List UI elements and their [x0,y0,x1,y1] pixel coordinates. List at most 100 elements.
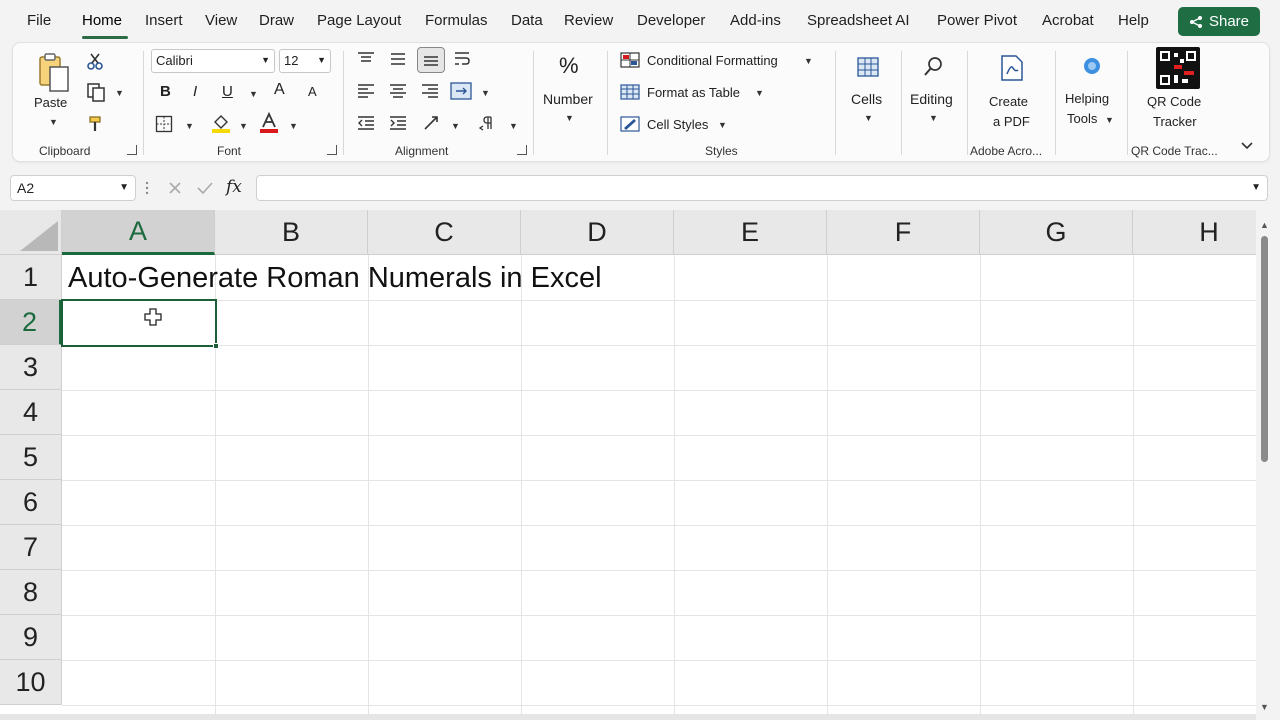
align-top-icon[interactable] [355,49,377,69]
font-name-select[interactable]: Calibri ▼ [151,49,275,73]
text-direction-icon[interactable] [477,113,499,133]
column-header-f[interactable]: F [827,210,980,255]
name-box[interactable]: A2 ▼ [10,175,136,201]
menu-draw[interactable]: Draw [259,12,294,29]
format-as-table-icon[interactable] [619,83,641,101]
cut-icon[interactable] [85,51,105,71]
align-center-icon[interactable] [387,81,409,101]
qr-code-icon[interactable] [1156,47,1200,89]
row-header-10[interactable]: 10 [0,660,62,705]
font-color-dropdown-icon[interactable]: ▼ [289,121,298,131]
helping-tools-line2[interactable]: Tools [1067,111,1097,126]
percent-icon[interactable]: % [559,53,579,79]
menu-data[interactable]: Data [511,12,543,29]
helping-tools-icon[interactable] [1081,55,1103,77]
cell-styles-button[interactable]: Cell Styles [647,117,708,132]
borders-dropdown-icon[interactable]: ▼ [185,121,194,131]
clipboard-launcher-icon[interactable] [127,145,137,155]
cells-icon[interactable] [855,55,881,79]
merge-dropdown-icon[interactable]: ▼ [481,88,490,98]
column-header-h[interactable]: H [1133,210,1256,255]
font-launcher-icon[interactable] [327,145,337,155]
create-pdf-line1[interactable]: Create [989,94,1028,109]
scroll-down-icon[interactable]: ▼ [1260,702,1269,712]
increase-indent-icon[interactable] [387,113,409,133]
row-header-2[interactable]: 2 [0,300,62,345]
menu-acrobat[interactable]: Acrobat [1042,12,1094,29]
conditional-formatting-icon[interactable] [619,51,641,69]
row-header-3[interactable]: 3 [0,345,62,390]
paste-icon[interactable] [33,51,75,95]
scroll-up-icon[interactable]: ▲ [1260,220,1269,230]
number-dropdown-icon[interactable]: ▼ [565,113,574,123]
font-color-icon[interactable] [257,111,281,135]
bold-button[interactable]: B [160,83,171,100]
menu-formulas[interactable]: Formulas [425,12,488,29]
vertical-scrollbar[interactable]: ▲ ▼ [1256,210,1280,720]
align-left-icon[interactable] [355,81,377,101]
menu-developer[interactable]: Developer [637,12,705,29]
cell-a1[interactable]: Auto-Generate Roman Numerals in Excel [68,262,602,295]
menu-add-ins[interactable]: Add-ins [730,12,781,29]
align-middle-icon[interactable] [387,49,409,69]
align-bottom-icon[interactable] [417,47,445,73]
format-as-table-dropdown-icon[interactable]: ▼ [755,88,764,98]
formula-input[interactable]: ▼ [256,175,1268,201]
row-header-5[interactable]: 5 [0,435,62,480]
orientation-dropdown-icon[interactable]: ▼ [451,121,460,131]
align-right-icon[interactable] [419,81,441,101]
qr-code-line2[interactable]: Tracker [1153,114,1197,129]
create-pdf-icon[interactable] [997,53,1027,83]
alignment-launcher-icon[interactable] [517,145,527,155]
column-header-d[interactable]: D [521,210,674,255]
row-header-9[interactable]: 9 [0,615,62,660]
menu-page-layout[interactable]: Page Layout [317,12,401,29]
column-header-c[interactable]: C [368,210,521,255]
paste-dropdown-icon[interactable]: ▼ [49,117,58,127]
format-as-table-button[interactable]: Format as Table [647,85,740,100]
font-size-select[interactable]: 12 ▼ [279,49,331,73]
share-button[interactable]: Share [1178,7,1260,36]
select-all-button[interactable] [0,210,62,255]
helping-tools-dropdown-icon[interactable]: ▼ [1105,115,1114,125]
menu-view[interactable]: View [205,12,237,29]
menu-insert[interactable]: Insert [145,12,183,29]
menu-review[interactable]: Review [564,12,613,29]
underline-dropdown-icon[interactable]: ▼ [249,89,258,99]
menu-help[interactable]: Help [1118,12,1149,29]
insert-function-icon[interactable]: fx [226,177,242,197]
cell-styles-icon[interactable] [619,115,641,133]
conditional-formatting-dropdown-icon[interactable]: ▼ [804,56,813,66]
column-header-a[interactable]: A [62,210,215,255]
scroll-thumb[interactable] [1261,236,1268,462]
confirm-entry-icon[interactable] [194,178,216,198]
decrease-indent-icon[interactable] [355,113,377,133]
qr-code-line1[interactable]: QR Code [1147,94,1201,109]
merge-center-icon[interactable] [449,81,473,101]
row-header-6[interactable]: 6 [0,480,62,525]
text-direction-dropdown-icon[interactable]: ▼ [509,121,518,131]
row-header-4[interactable]: 4 [0,390,62,435]
column-header-e[interactable]: E [674,210,827,255]
menu-power-pivot[interactable]: Power Pivot [937,12,1017,29]
copy-icon[interactable] [85,81,107,103]
grow-font-button[interactable]: A [274,81,285,99]
row-header-7[interactable]: 7 [0,525,62,570]
orientation-icon[interactable] [421,113,443,133]
paste-label[interactable]: Paste [34,95,67,110]
row-header-8[interactable]: 8 [0,570,62,615]
ribbon-collapse-chevron-icon[interactable] [1239,139,1255,153]
menu-home[interactable]: Home [82,12,122,29]
conditional-formatting-button[interactable]: Conditional Formatting [647,53,778,68]
editing-search-icon[interactable] [921,53,947,79]
create-pdf-line2[interactable]: a PDF [993,114,1030,129]
italic-button[interactable]: I [193,83,197,100]
wrap-text-icon[interactable] [451,49,473,69]
editing-button[interactable]: Editing [910,91,953,107]
row-header-1[interactable]: 1 [0,255,62,300]
number-button[interactable]: Number [543,91,593,107]
editing-dropdown-icon[interactable]: ▼ [929,113,938,123]
helping-tools-line1[interactable]: Helping [1065,91,1109,106]
cells-button[interactable]: Cells [851,91,882,107]
cancel-entry-icon[interactable] [164,178,186,198]
